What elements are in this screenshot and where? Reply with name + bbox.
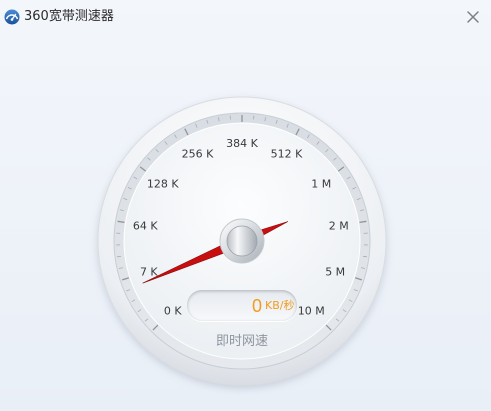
scale-label: 512 K — [271, 148, 303, 161]
realtime-speed-caption: 即时网速 — [215, 334, 268, 349]
scale-label: 64 K — [133, 220, 158, 233]
scale-label: 384 K — [226, 137, 258, 150]
scale-label: 0 K — [164, 304, 182, 317]
scale-label: 256 K — [182, 148, 214, 161]
scale-label: 7 K — [140, 265, 158, 278]
minor-tick — [362, 255, 368, 258]
speed-unit: KB/秒 — [265, 299, 295, 312]
needle-hub — [219, 218, 265, 264]
speed-readout: 0 KB/秒 — [187, 290, 297, 321]
speed-value: 0 — [251, 296, 262, 316]
minor-tick — [116, 255, 122, 258]
scale-label: 2 M — [329, 220, 349, 233]
scale-label: 10 M — [298, 304, 325, 317]
scale-label: 1 M — [311, 177, 331, 190]
scale-label: 5 M — [325, 265, 345, 278]
scale-label: 128 K — [147, 177, 179, 190]
speed-test-window: 360宽带测速器 0 K 7 K 64 K 128 K 256 K 384 K … — [0, 0, 491, 411]
